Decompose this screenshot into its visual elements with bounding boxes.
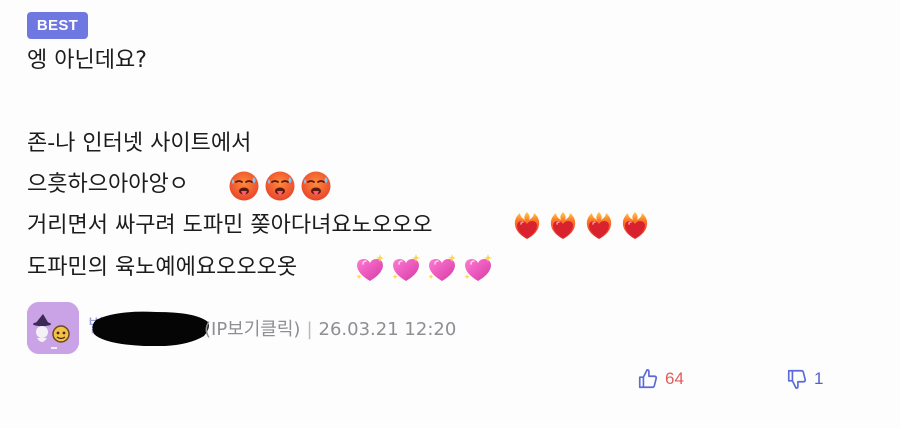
best-badge: BEST bbox=[27, 12, 88, 39]
emoji-group-line-5 bbox=[354, 252, 494, 284]
sparkling-heart-icon bbox=[390, 252, 422, 284]
sparkling-heart-icon bbox=[426, 252, 458, 284]
comment-line-4: 거리면서 싸구려 도파민 쫒아다녀요노오오오 bbox=[27, 213, 433, 238]
comment-date: 26.03.21 12:20 bbox=[318, 319, 457, 340]
redacted-nickname: 별 bbox=[88, 311, 209, 346]
avatar[interactable] bbox=[27, 302, 79, 354]
comment-meta: (IP보기클릭) | 26.03.21 12:20 bbox=[204, 315, 456, 341]
hot-face-icon bbox=[264, 170, 296, 202]
sparkling-heart-icon bbox=[354, 252, 386, 284]
ip-view-link[interactable]: (IP보기클릭) bbox=[204, 319, 300, 340]
meta-separator: | bbox=[306, 319, 313, 340]
wizard-avatar-icon bbox=[27, 302, 79, 354]
comment-line-5: 도파민의 육노예에요오오오옷 bbox=[27, 255, 298, 280]
hot-face-icon bbox=[300, 170, 332, 202]
downvote-button[interactable]: 1 bbox=[786, 368, 823, 390]
emoji-group-line-3 bbox=[228, 170, 332, 202]
thumbs-up-icon bbox=[638, 369, 658, 389]
sparkling-heart-icon bbox=[462, 252, 494, 284]
emoji-group-line-4 bbox=[511, 209, 651, 241]
upvote-button[interactable]: 64 bbox=[637, 368, 684, 390]
heart-on-fire-icon bbox=[619, 209, 651, 241]
comment-line-1: 엥 아닌데요? bbox=[27, 48, 147, 73]
upvote-count: 64 bbox=[665, 369, 684, 388]
comment-line-3: 으흣하으아아앙ㅇ bbox=[27, 172, 189, 197]
hot-face-icon bbox=[228, 170, 260, 202]
comment-line-2: 존-나 인터넷 사이트에서 bbox=[27, 131, 252, 156]
heart-on-fire-icon bbox=[583, 209, 615, 241]
thumbs-down-icon bbox=[787, 369, 807, 389]
downvote-count: 1 bbox=[814, 369, 824, 388]
heart-on-fire-icon bbox=[511, 209, 543, 241]
heart-on-fire-icon bbox=[547, 209, 579, 241]
